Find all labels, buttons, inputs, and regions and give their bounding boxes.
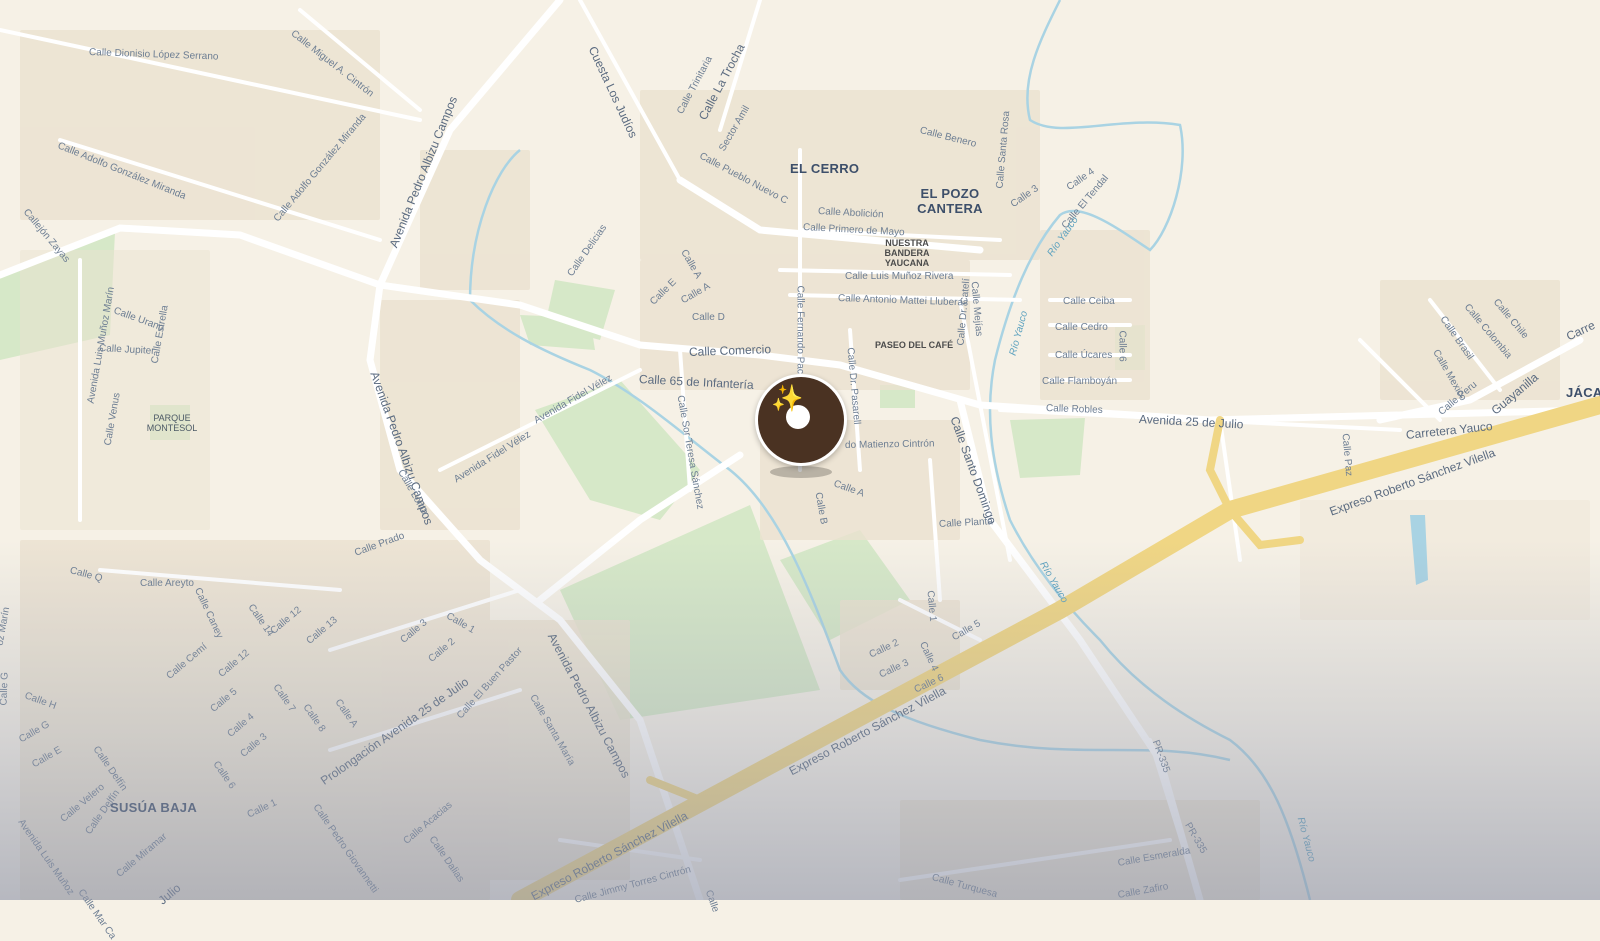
street-label: Calle Luis Muñoz Rivera — [845, 271, 954, 282]
neighborhood-label: JÁCA — [1566, 385, 1600, 400]
place-label: PARQUE MONTESOL — [146, 413, 198, 433]
street-label: Calle G — [0, 671, 11, 706]
street-label: Calle Robles — [1045, 403, 1103, 416]
street-label: Calle Fernando Pac — [794, 285, 806, 374]
street-label: Calle Úcares — [1055, 350, 1113, 361]
place-label: NUESTRA BANDERA YAUCANA — [884, 238, 930, 268]
street-label: Calle D — [692, 312, 725, 323]
street-label: do Matienzo Cintrón — [844, 438, 935, 451]
location-marker[interactable]: ✨ — [755, 374, 847, 466]
neighborhood-label: SUSÚA BAJA — [110, 800, 198, 815]
street-label: Calle Areyto — [140, 578, 194, 589]
neighborhood-label: EL CERRO — [790, 161, 860, 176]
street-label: Calle Ceiba — [1063, 296, 1115, 307]
street-label: Calle 6 — [1116, 330, 1128, 362]
marker-shadow — [770, 466, 832, 478]
place-label: PASEO DEL CAFÉ — [875, 340, 954, 350]
street-label: Calle Cedro — [1055, 322, 1108, 333]
neighborhood-label: EL POZO CANTERA — [917, 186, 983, 216]
sparkles-icon: ✨ — [771, 383, 804, 413]
street-label: Calle Flamboyán — [1042, 376, 1118, 387]
street-label: Calle Comercio — [688, 342, 772, 359]
